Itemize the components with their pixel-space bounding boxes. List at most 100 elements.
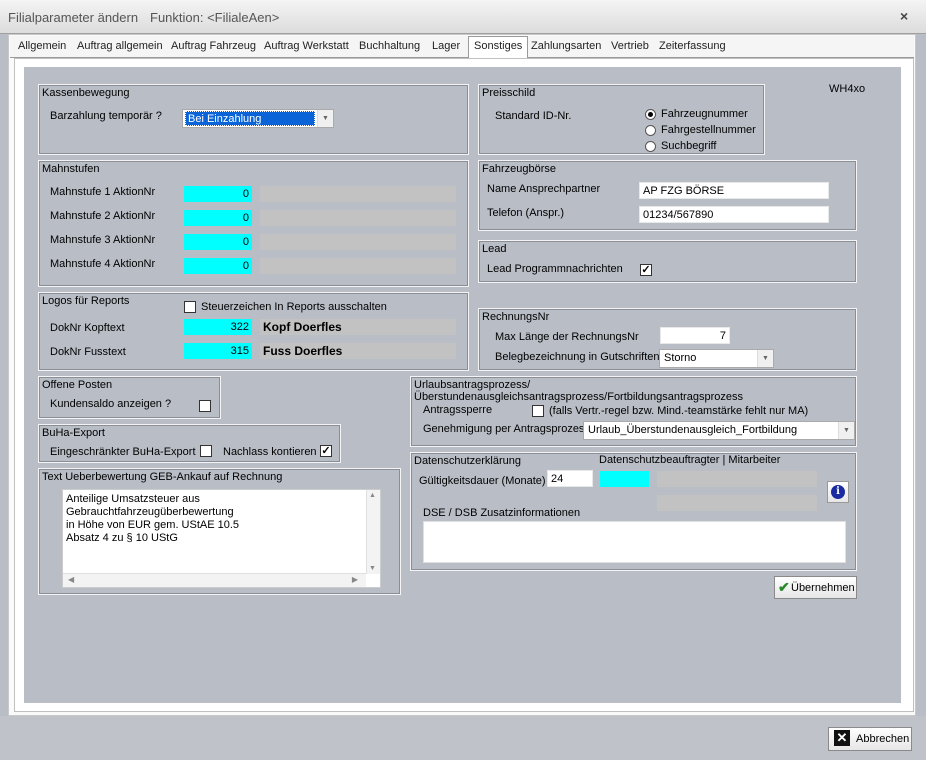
dse-label: DSE / DSB Zusatzinformationen	[423, 507, 581, 519]
belegbezeichnung-value: Storno	[664, 352, 697, 364]
mahnstufe-4-desc	[260, 258, 456, 274]
mahnstufe-3-input[interactable]: 0	[184, 234, 252, 250]
antragssperre-label: Antragssperre	[423, 404, 493, 416]
checkmark-icon: ✔	[778, 579, 790, 595]
kundensaldo-label: Kundensaldo anzeigen ?	[50, 398, 172, 410]
mahnstufe-3-label: Mahnstufe 3 AktionNr	[50, 234, 156, 246]
kassenbewegung-group: Kassenbewegung Barzahlung temporär ? Bei…	[38, 84, 469, 155]
horizontal-scrollbar[interactable]: ◀ ▶	[63, 573, 366, 587]
lead-checkbox[interactable]: ✓	[640, 264, 652, 276]
mitarbeiter-name	[657, 495, 817, 511]
radio-fahrgestellnummer[interactable]	[645, 125, 656, 136]
uebernehmen-button[interactable]: ✔ Übernehmen	[774, 576, 857, 599]
mahnstufe-2-label: Mahnstufe 2 AktionNr	[50, 210, 156, 222]
group-title: Kassenbewegung	[42, 87, 130, 99]
group-title: Mahnstufen	[42, 163, 100, 175]
abbrechen-button[interactable]: ✕ Abbrechen	[828, 727, 912, 751]
radio-suchbegriff[interactable]	[645, 141, 656, 152]
scroll-left-icon[interactable]: ◀	[68, 575, 74, 584]
chevron-down-icon[interactable]: ▼	[838, 422, 854, 439]
telefon-input[interactable]: 01234/567890	[639, 206, 829, 223]
tab-buchhaltung[interactable]: Buchhaltung	[359, 40, 420, 52]
tab-auftrag-werkstatt[interactable]: Auftrag Werkstatt	[264, 40, 349, 52]
antragssperre-checkbox[interactable]	[532, 405, 544, 417]
radio-fahrgestellnummer-label: Fahrgestellnummer	[661, 124, 756, 136]
ansprechpartner-input[interactable]: AP FZG BÖRSE	[639, 182, 829, 199]
code-label: WH4xo	[829, 83, 866, 95]
gueltigkeit-input[interactable]: 24	[547, 470, 593, 487]
urlaub-group: Urlaubsantragsprozess/Überstundenausglei…	[410, 376, 857, 447]
fusstext-label: DokNr Fusstext	[50, 346, 126, 358]
nachlass-checkbox[interactable]: ✓	[320, 445, 332, 457]
window-title: Filialparameter ändern	[8, 10, 139, 25]
abbrechen-label: Abbrechen	[856, 733, 910, 745]
scroll-right-icon[interactable]: ▶	[352, 575, 358, 584]
bottom-bar	[0, 716, 926, 760]
radio-fahrzeugnummer[interactable]	[645, 109, 656, 120]
max-laenge-input[interactable]: 7	[660, 327, 730, 344]
tab-allgemein[interactable]: Allgemein	[18, 40, 66, 52]
radio-fahrzeugnummer-label: Fahrzeugnummer	[661, 108, 748, 120]
group-title: Preisschild	[482, 87, 536, 99]
beauftragter-name	[657, 471, 817, 487]
text-line: Gebrauchtfahrzeugüberbewertung	[66, 506, 234, 518]
antragssperre-hint: (falls Vertr.-regel bzw. Mind.-teamstärk…	[549, 405, 809, 417]
steuerzeichen-checkbox[interactable]	[184, 301, 196, 313]
tab-lager[interactable]: Lager	[432, 40, 460, 52]
group-title: RechnungsNr	[482, 311, 550, 323]
title-bar	[0, 0, 926, 34]
group-title: BuHa-Export	[42, 427, 105, 439]
tab-bar: Allgemein Auftrag allgemein Auftrag Fahr…	[10, 36, 914, 59]
text-ueber-group: Text Ueberbewertung GEB-Ankauf auf Rechn…	[38, 468, 401, 595]
max-laenge-label: Max Länge der RechnungsNr	[495, 331, 639, 343]
function-label: Funktion: <FilialeAen>	[150, 10, 280, 25]
text-line: Absatz 4 zu § 10 UStG	[66, 532, 178, 544]
buha-eingeschraenkt-checkbox[interactable]	[200, 445, 212, 457]
genehmigung-select[interactable]: Urlaub_Überstundenausgleich_Fortbildung …	[583, 421, 855, 440]
vertical-scrollbar[interactable]: ▲ ▼	[366, 490, 380, 574]
tab-auftrag-allgemein[interactable]: Auftrag allgemein	[77, 40, 163, 52]
steuerzeichen-label: Steuerzeichen In Reports ausschalten	[201, 301, 387, 313]
info-button[interactable]: i	[827, 481, 849, 503]
text-ueber-textarea[interactable]: Anteilige Umsatzsteuer aus Gebrauchtfahr…	[62, 489, 381, 588]
chevron-down-icon[interactable]: ▼	[757, 350, 773, 367]
buha-group: BuHa-Export Eingeschränkter BuHa-Export …	[38, 424, 341, 463]
beauftragter-label: Datenschutzbeauftragter | Mitarbeiter	[599, 454, 781, 466]
mahnstufe-4-input[interactable]: 0	[184, 258, 252, 274]
group-title: Urlaubsantragsprozess/Überstundenausglei…	[414, 379, 743, 403]
text-line: Anteilige Umsatzsteuer aus	[66, 493, 200, 505]
belegbezeichnung-select[interactable]: Storno ▼	[659, 349, 774, 368]
offene-posten-group: Offene Posten Kundensaldo anzeigen ?	[38, 376, 221, 419]
group-title: Lead	[482, 243, 507, 255]
group-title: Logos für Reports	[42, 295, 130, 307]
barzahlung-select[interactable]: Bei Einzahlung ▼	[182, 109, 334, 128]
lead-group: Lead Lead Programmnachrichten ✓	[478, 240, 857, 283]
scroll-up-icon[interactable]: ▲	[369, 492, 376, 499]
fusstext-name: Fuss Doerfles	[260, 343, 456, 359]
beauftragter-id-input[interactable]	[600, 471, 649, 487]
fahrzeugboerse-group: Fahrzeugbörse Name Ansprechpartner AP FZ…	[478, 160, 857, 231]
nachlass-label: Nachlass kontieren	[223, 446, 317, 458]
logos-group: Logos für Reports Steuerzeichen In Repor…	[38, 292, 469, 371]
dse-textarea[interactable]	[423, 521, 846, 563]
tab-zahlungsarten[interactable]: Zahlungsarten	[531, 40, 601, 52]
tab-auftrag-fahrzeug[interactable]: Auftrag Fahrzeug	[171, 40, 256, 52]
ansprechpartner-label: Name Ansprechpartner	[487, 183, 601, 195]
kundensaldo-checkbox[interactable]	[199, 400, 211, 412]
tab-vertrieb[interactable]: Vertrieb	[611, 40, 649, 52]
close-icon[interactable]: ×	[900, 8, 908, 24]
scroll-down-icon[interactable]: ▼	[369, 565, 376, 572]
tab-sonstiges[interactable]: Sonstiges	[468, 36, 529, 59]
mahnstufe-2-input[interactable]: 0	[184, 210, 252, 226]
preisschild-group: Preisschild Standard ID-Nr. Fahrzeugnumm…	[478, 84, 765, 155]
fusstext-input[interactable]: 315	[184, 343, 252, 359]
mahnstufe-1-input[interactable]: 0	[184, 186, 252, 202]
standard-id-label: Standard ID-Nr.	[495, 110, 572, 122]
buha-eingeschraenkt-label: Eingeschränkter BuHa-Export	[50, 446, 196, 458]
kopftext-input[interactable]: 322	[184, 319, 252, 335]
rechnungsnr-group: RechnungsNr Max Länge der RechnungsNr 7 …	[478, 308, 857, 371]
cancel-icon: ✕	[834, 730, 850, 746]
mahnstufe-4-label: Mahnstufe 4 AktionNr	[50, 258, 156, 270]
tab-zeiterfassung[interactable]: Zeiterfassung	[659, 40, 726, 52]
chevron-down-icon[interactable]: ▼	[317, 110, 333, 127]
